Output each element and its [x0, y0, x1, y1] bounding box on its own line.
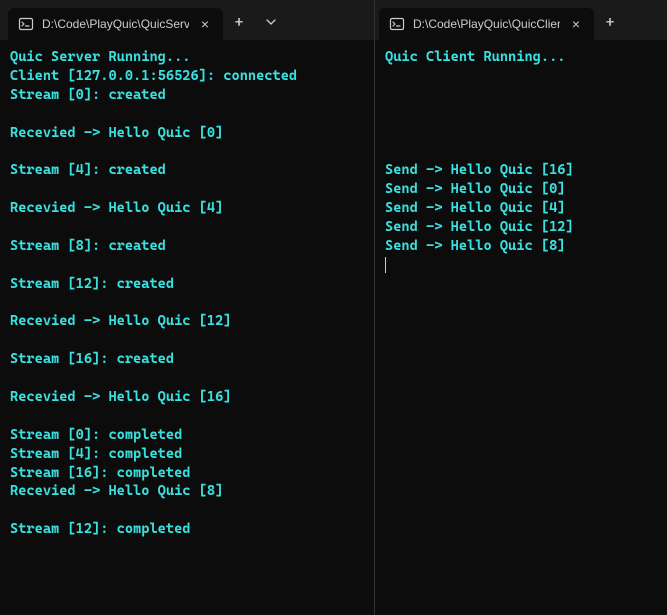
terminal-line: Stream [4]: completed [10, 445, 364, 464]
terminal-line [10, 180, 364, 199]
terminal-output-client[interactable]: Quic Client Running... Send -> Hello Quic… [375, 40, 667, 615]
close-icon[interactable]: × [568, 16, 584, 32]
terminal-line [10, 294, 364, 313]
terminal-line [10, 407, 364, 426]
terminal-line: Stream [16]: created [10, 350, 364, 369]
terminal-line: Send -> Hello Quic [8] [385, 237, 657, 256]
terminal-line [385, 86, 657, 105]
cursor [385, 257, 386, 273]
terminal-line: Stream [0]: completed [10, 426, 364, 445]
terminal-line: Recevied -> Hello Quic [12] [10, 312, 364, 331]
terminal-line: Stream [16]: completed [10, 464, 364, 483]
tab-bar: D:\Code\PlayQuic\QuicServer × + [0, 0, 374, 40]
right-pane: D:\Code\PlayQuic\QuicClient\ × + Quic Cl… [375, 0, 667, 615]
tab-title: D:\Code\PlayQuic\QuicClient\ [413, 17, 560, 31]
terminal-icon [18, 16, 34, 32]
terminal-line: Client [127.0.0.1:56526]: connected [10, 67, 364, 86]
tab-client[interactable]: D:\Code\PlayQuic\QuicClient\ × [379, 8, 594, 40]
tab-server[interactable]: D:\Code\PlayQuic\QuicServer × [8, 8, 223, 40]
tab-bar: D:\Code\PlayQuic\QuicClient\ × + [375, 0, 667, 40]
left-pane: D:\Code\PlayQuic\QuicServer × + Quic Ser… [0, 0, 375, 615]
terminal-line [385, 256, 657, 275]
terminal-line [10, 218, 364, 237]
terminal-line [10, 331, 364, 350]
new-tab-button[interactable]: + [594, 6, 626, 38]
terminal-line: Stream [4]: created [10, 161, 364, 180]
terminal-line: Send -> Hello Quic [16] [385, 161, 657, 180]
terminal-line [385, 105, 657, 124]
new-tab-button[interactable]: + [223, 6, 255, 38]
terminal-line [10, 369, 364, 388]
terminal-line [10, 501, 364, 520]
terminal-line: Stream [0]: created [10, 86, 364, 105]
terminal-line: Quic Client Running... [385, 48, 657, 67]
terminal-line: Stream [12]: created [10, 275, 364, 294]
tab-dropdown-button[interactable] [255, 6, 287, 38]
terminal-line: Recevied -> Hello Quic [16] [10, 388, 364, 407]
terminal-line: Send -> Hello Quic [0] [385, 180, 657, 199]
terminal-line [385, 67, 657, 86]
terminal-line [10, 142, 364, 161]
terminal-line: Recevied -> Hello Quic [4] [10, 199, 364, 218]
terminal-line: Send -> Hello Quic [4] [385, 199, 657, 218]
terminal-line: Stream [8]: created [10, 237, 364, 256]
terminal-output-server[interactable]: Quic Server Running...Client [127.0.0.1:… [0, 40, 374, 615]
terminal-line: Send -> Hello Quic [12] [385, 218, 657, 237]
close-icon[interactable]: × [197, 16, 213, 32]
terminal-line [385, 142, 657, 161]
terminal-line: Quic Server Running... [10, 48, 364, 67]
terminal-line [385, 124, 657, 143]
terminal-line: Stream [12]: completed [10, 520, 364, 539]
terminal-line: Recevied -> Hello Quic [0] [10, 124, 364, 143]
terminal-line [10, 256, 364, 275]
terminal-line: Recevied -> Hello Quic [8] [10, 482, 364, 501]
terminal-icon [389, 16, 405, 32]
tab-title: D:\Code\PlayQuic\QuicServer [42, 17, 189, 31]
terminal-line [10, 105, 364, 124]
